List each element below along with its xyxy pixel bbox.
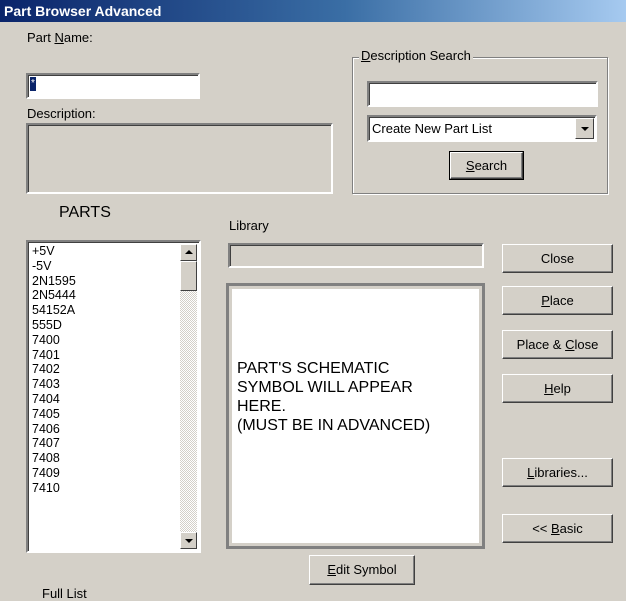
libraries-button[interactable]: Libraries...	[502, 458, 613, 487]
list-item[interactable]: 2N1595	[32, 274, 179, 289]
list-item[interactable]: 7403	[32, 377, 179, 392]
place-close-button[interactable]: Place & Close	[502, 330, 613, 359]
part-browser-window: Part Browser Advanced Part Name: * Descr…	[0, 0, 626, 601]
close-button[interactable]: Close	[502, 244, 613, 273]
description-search-input[interactable]	[367, 81, 598, 107]
scroll-down-icon[interactable]	[180, 532, 197, 549]
list-item[interactable]: 7409	[32, 466, 179, 481]
preview-line: PART'S SCHEMATIC	[237, 360, 390, 377]
library-label: Library	[229, 218, 269, 233]
list-item[interactable]: 54152A	[32, 303, 179, 318]
list-item[interactable]: 7400	[32, 333, 179, 348]
preview-line: (MUST BE IN ADVANCED)	[237, 417, 431, 434]
list-item[interactable]: 7410	[32, 481, 179, 496]
library-field	[228, 243, 484, 268]
list-item[interactable]: 7408	[32, 451, 179, 466]
preview-line: SYMBOL WILL APPEAR	[237, 379, 413, 396]
chevron-down-icon[interactable]	[575, 118, 594, 139]
part-name-input[interactable]: *	[26, 73, 200, 99]
part-name-label: Part Name:	[27, 30, 93, 45]
full-list-label: Full List	[42, 586, 87, 601]
place-button[interactable]: Place	[502, 286, 613, 315]
list-item[interactable]: 7402	[32, 362, 179, 377]
list-item[interactable]: 2N5444	[32, 288, 179, 303]
symbol-preview-text: PART'S SCHEMATIC SYMBOL WILL APPEAR HERE…	[237, 359, 430, 435]
parts-listbox[interactable]: +5V -5V 2N1595 2N5444 54152A 555D 7400 7401 7402…	[26, 240, 201, 553]
list-item[interactable]: 555D	[32, 318, 179, 333]
basic-button[interactable]: << Basic	[502, 514, 613, 543]
list-item[interactable]: +5V	[32, 244, 179, 259]
parts-list: +5V -5V 2N1595 2N5444 54152A 555D 7400 7401 7402…	[30, 244, 179, 549]
list-item[interactable]: 7405	[32, 407, 179, 422]
list-item[interactable]: 7401	[32, 348, 179, 363]
part-name-value: *	[30, 77, 36, 91]
part-list-dropdown-value: Create New Part List	[372, 121, 492, 136]
description-label: Description:	[27, 106, 96, 121]
window-title: Part Browser Advanced	[0, 0, 626, 22]
search-button[interactable]: Search	[449, 151, 524, 180]
scroll-thumb[interactable]	[180, 261, 197, 291]
help-button[interactable]: Help	[502, 374, 613, 403]
list-item[interactable]: 7406	[32, 422, 179, 437]
symbol-preview-panel: PART'S SCHEMATIC SYMBOL WILL APPEAR HERE…	[226, 283, 485, 549]
scroll-up-icon[interactable]	[180, 244, 197, 261]
parts-heading: PARTS	[59, 204, 111, 221]
description-box	[26, 123, 333, 194]
parts-scrollbar[interactable]	[180, 244, 197, 549]
list-item[interactable]: -5V	[32, 259, 179, 274]
description-search-label: Description Search	[359, 48, 473, 63]
preview-line: HERE.	[237, 398, 286, 415]
list-item[interactable]: 7404	[32, 392, 179, 407]
part-list-dropdown[interactable]: Create New Part List	[367, 115, 597, 142]
edit-symbol-button[interactable]: Edit Symbol	[309, 555, 415, 585]
list-item[interactable]: 7407	[32, 436, 179, 451]
